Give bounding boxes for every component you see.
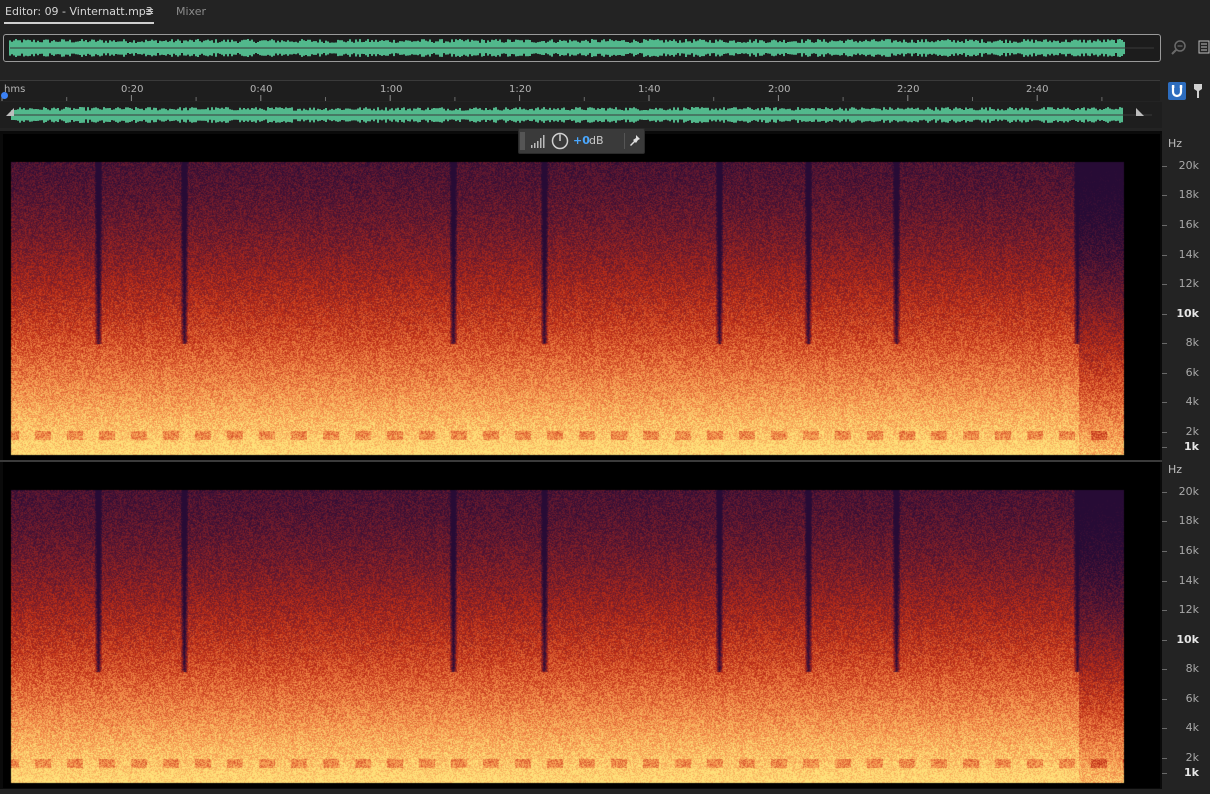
frequency-tick (1162, 610, 1167, 611)
pin-icon[interactable] (629, 134, 641, 148)
frequency-label: 4k (1185, 721, 1199, 734)
frequency-tick (1162, 255, 1167, 256)
list-icon[interactable] (1198, 40, 1210, 54)
frequency-label: 8k (1185, 336, 1199, 349)
ruler-label: 1:00 (380, 84, 403, 95)
frequency-unit-label: Hz (1168, 137, 1183, 150)
overview-waveform-graphic (9, 39, 1154, 57)
frequency-tick (1162, 402, 1167, 403)
frequency-label: 14k (1178, 574, 1199, 587)
frequency-tick (1162, 166, 1167, 167)
ruler-label: 2:20 (897, 84, 920, 95)
frequency-label: 8k (1185, 662, 1199, 675)
frequency-label: 4k (1185, 395, 1199, 408)
gain-unit: dB (589, 134, 604, 147)
frequency-tick (1162, 447, 1167, 448)
tab-menu-icon[interactable]: ≡ (145, 5, 154, 18)
hud-drag-handle[interactable] (520, 132, 525, 150)
frequency-label: 2k (1185, 751, 1199, 764)
ruler-ticks (1, 95, 1103, 101)
frequency-tick (1162, 551, 1167, 552)
navigator-waveform[interactable] (0, 102, 1162, 128)
frequency-tick (1162, 373, 1167, 374)
magnet-icon (1171, 85, 1183, 98)
gain-value[interactable]: +0 (573, 134, 590, 147)
overview-waveform[interactable] (3, 34, 1161, 62)
marker-icon[interactable] (1192, 83, 1204, 99)
ruler-label: 2:40 (1026, 84, 1049, 95)
frequency-tick (1162, 699, 1167, 700)
tab-bar: Editor: 09 - Vinternatt.mp3 ≡ Mixer (0, 0, 1210, 26)
frequency-tick (1162, 640, 1167, 641)
frequency-label: 10k (1176, 307, 1199, 320)
ruler-label: 0:40 (250, 84, 273, 95)
frequency-label: 12k (1178, 603, 1199, 616)
frequency-label: 20k (1178, 485, 1199, 498)
frequency-tick (1162, 758, 1167, 759)
frequency-label: 6k (1185, 366, 1199, 379)
playhead-icon[interactable] (1, 91, 8, 100)
tab-editor[interactable]: Editor: 09 - Vinternatt.mp3 (5, 5, 153, 18)
frequency-tick (1162, 343, 1167, 344)
ruler-label: 1:20 (509, 84, 532, 95)
navigator-waveform-graphic (6, 107, 1152, 123)
frequency-tick (1162, 521, 1167, 522)
level-bars-icon (531, 135, 545, 148)
ruler-label: 1:40 (638, 84, 661, 95)
frequency-tick (1162, 284, 1167, 285)
hud-gain-control[interactable]: +0 dB (518, 128, 645, 154)
frequency-tick (1162, 728, 1167, 729)
time-ruler[interactable]: hms 0:20 0:40 1:00 1:20 1:40 2:00 2:20 2… (0, 80, 1160, 101)
spectrogram-channel-1[interactable] (3, 134, 1160, 460)
navigator-handle[interactable] (6, 108, 14, 116)
frequency-label: 20k (1178, 159, 1199, 172)
ruler-label: 0:20 (121, 84, 144, 95)
frequency-label: 16k (1178, 218, 1199, 231)
tab-mixer[interactable]: Mixer (176, 5, 206, 18)
frequency-tick (1162, 225, 1167, 226)
frequency-label: 6k (1185, 692, 1199, 705)
active-tab-indicator (4, 22, 154, 24)
frequency-label: 14k (1178, 248, 1199, 261)
frequency-label: 1k (1184, 766, 1199, 779)
frequency-label: 1k (1184, 440, 1199, 453)
spectrogram-canvas (3, 134, 1160, 460)
frequency-tick (1162, 492, 1167, 493)
frequency-label: 18k (1178, 188, 1199, 201)
spectrogram-channel-2[interactable] (3, 462, 1160, 788)
knob-icon[interactable] (551, 132, 569, 150)
hud-divider (624, 133, 625, 149)
frequency-label: 10k (1176, 633, 1199, 646)
frequency-tick (1162, 581, 1167, 582)
frequency-label: 16k (1178, 544, 1199, 557)
frequency-unit-label: Hz (1168, 463, 1183, 476)
ruler-label: 2:00 (768, 84, 791, 95)
zoom-icon[interactable] (1170, 38, 1188, 56)
frequency-tick (1162, 432, 1167, 433)
frequency-label: 2k (1185, 425, 1199, 438)
frequency-tick (1162, 314, 1167, 315)
frequency-tick (1162, 773, 1167, 774)
frequency-label: 12k (1178, 277, 1199, 290)
frequency-tick (1162, 195, 1167, 196)
frequency-label: 18k (1178, 514, 1199, 527)
frequency-tick (1162, 669, 1167, 670)
snap-toggle-button[interactable] (1168, 82, 1186, 100)
spectrogram-canvas (3, 462, 1160, 788)
